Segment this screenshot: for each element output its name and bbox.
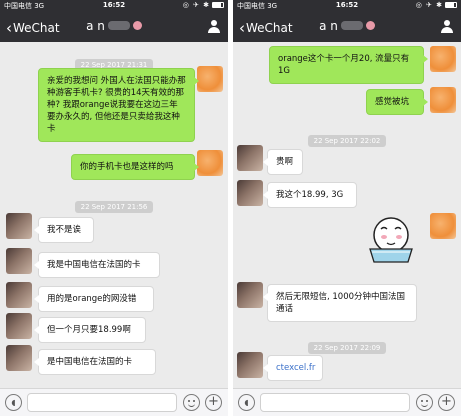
timestamp: 22 Sep 2017 22:02 <box>233 128 461 147</box>
sticker-image[interactable] <box>365 213 423 265</box>
avatar[interactable] <box>237 352 263 378</box>
message-bubble[interactable]: 亲爱的我想问 外国人在法国只能办那种游客手机卡? 很贵的14天有效的那种? 我跟… <box>38 68 199 142</box>
avatar[interactable] <box>197 66 223 92</box>
link-message[interactable]: ctexcel.fr <box>263 355 323 381</box>
avatar[interactable] <box>237 282 263 308</box>
message-bubble[interactable]: 你的手机卡也是这样的吗 <box>71 154 199 180</box>
plus-icon[interactable]: + <box>205 394 222 411</box>
status-icons: ◎ ✈ ✱ <box>183 1 224 9</box>
name-sticker <box>132 21 142 30</box>
message-bubble[interactable]: 我不是诶 <box>34 217 94 243</box>
emoji-icon[interactable] <box>183 394 200 411</box>
message-bubble[interactable]: 然后无限短信, 1000分钟中国法国通话 <box>263 284 417 322</box>
avatar[interactable] <box>197 150 223 176</box>
contact-name: a n <box>86 19 105 33</box>
message-bubble[interactable]: 是中国电信在法国的卡 <box>34 349 156 375</box>
message-bubble[interactable]: 贵啊 <box>263 149 303 175</box>
avatar[interactable] <box>6 213 32 239</box>
avatar[interactable] <box>6 282 32 308</box>
plus-icon[interactable]: + <box>438 394 455 411</box>
avatar[interactable] <box>430 46 456 72</box>
message-input[interactable] <box>260 393 410 412</box>
emoji-icon[interactable] <box>416 394 433 411</box>
person-icon[interactable] <box>208 20 220 33</box>
message-bubble[interactable]: 用的是orange的网没错 <box>34 286 154 312</box>
right-chat-screen: 中国电信 3G 16:52 ◎ ✈ ✱ ‹WeChat a n orange这个… <box>233 0 461 416</box>
avatar[interactable] <box>6 345 32 371</box>
battery-icon <box>445 2 457 8</box>
obscured-name <box>340 21 363 30</box>
chat-title: a n <box>0 19 228 33</box>
message-bubble[interactable]: 我是中国电信在法国的卡 <box>34 252 160 278</box>
status-bar: 中国电信 3G 16:52 ◎ ✈ ✱ <box>233 0 461 12</box>
message-bubble[interactable]: 感觉被坑 <box>366 89 428 115</box>
contact-name: a n <box>319 19 338 33</box>
battery-icon <box>212 2 224 8</box>
sticker-face-icon <box>369 217 413 263</box>
nav-bar: ‹WeChat a n <box>0 12 228 42</box>
status-icons: ◎ ✈ ✱ <box>416 1 457 9</box>
status-bar: 中国电信 3G 16:52 ◎ ✈ ✱ <box>0 0 228 12</box>
message-bubble[interactable]: 我这个18.99, 3G <box>263 182 357 208</box>
voice-icon[interactable]: ◖ <box>238 394 255 411</box>
avatar[interactable] <box>237 145 263 171</box>
message-bubble[interactable]: 但一个月只要18.99啊 <box>34 317 146 343</box>
message-input[interactable] <box>27 393 177 412</box>
timestamp: 22 Sep 2017 21:56 <box>0 194 228 213</box>
avatar[interactable] <box>430 87 456 113</box>
input-bar: ◖ + <box>0 388 228 416</box>
nav-bar: ‹WeChat a n <box>233 12 461 42</box>
name-sticker <box>365 21 375 30</box>
avatar[interactable] <box>430 213 456 239</box>
avatar[interactable] <box>237 180 263 206</box>
avatar[interactable] <box>6 313 32 339</box>
input-bar: ◖ + <box>233 388 461 416</box>
message-bubble[interactable]: orange这个卡一个月20, 流量只有1G <box>269 46 428 84</box>
voice-icon[interactable]: ◖ <box>5 394 22 411</box>
avatar[interactable] <box>6 248 32 274</box>
chat-title: a n <box>233 19 461 33</box>
timestamp: 22 Sep 2017 22:09 <box>233 335 461 354</box>
left-chat-screen: 中国电信 3G 16:52 ◎ ✈ ✱ ‹WeChat a n 22 Sep 2… <box>0 0 228 416</box>
person-icon[interactable] <box>441 20 453 33</box>
obscured-name <box>107 21 130 30</box>
